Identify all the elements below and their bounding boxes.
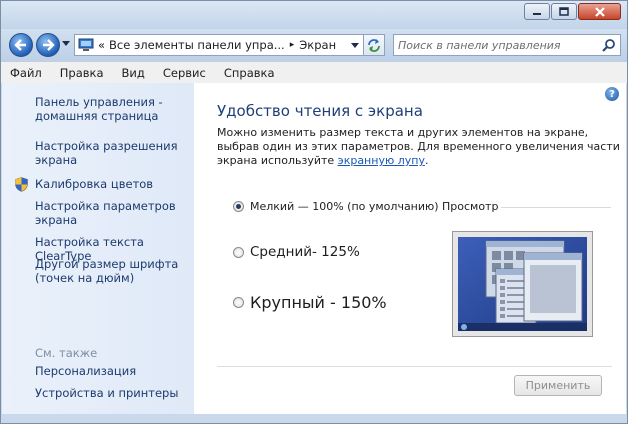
page-title: Удобство чтения с экрана xyxy=(217,102,423,120)
help-icon: ? xyxy=(609,88,615,100)
search-input[interactable] xyxy=(398,37,594,53)
minimize-icon xyxy=(533,12,541,15)
radio-large[interactable] xyxy=(233,297,244,308)
title-bar xyxy=(1,1,627,29)
maximize-button[interactable] xyxy=(551,3,577,20)
radio-medium[interactable] xyxy=(233,246,244,258)
menu-edit[interactable]: Правка xyxy=(51,66,113,80)
help-button[interactable]: ? xyxy=(605,87,619,101)
minimize-button[interactable] xyxy=(524,3,550,20)
preview-divider xyxy=(501,207,611,208)
uac-shield-icon xyxy=(15,177,28,192)
search-icon[interactable] xyxy=(602,38,616,52)
option-small[interactable]: Мелкий — 100% (по умолчанию) xyxy=(233,200,439,213)
apply-separator xyxy=(217,366,612,367)
close-button[interactable] xyxy=(578,3,621,20)
forward-arrow-icon xyxy=(43,39,55,51)
breadcrumb-separator[interactable]: ▸ xyxy=(290,40,295,50)
sidebar-item-calibrate[interactable]: Калибровка цветов xyxy=(35,177,193,191)
breadcrumb-all-items[interactable]: Все элементы панели упра... xyxy=(109,38,285,52)
close-icon xyxy=(594,6,605,17)
maximize-icon xyxy=(559,7,569,16)
option-medium-label[interactable]: Средний- 125% xyxy=(250,244,360,260)
search-box[interactable] xyxy=(393,34,621,56)
sidebar-item-home[interactable]: Панель управления - домашняя страница xyxy=(35,95,193,123)
preview-image xyxy=(452,231,593,337)
sidebar-item-devices-printers[interactable]: Устройства и принтеры xyxy=(35,386,193,400)
option-large-label[interactable]: Крупный - 150% xyxy=(250,293,387,312)
magnifier-link[interactable]: экранную лупу xyxy=(338,154,425,167)
forward-button[interactable] xyxy=(36,33,60,57)
preview-label: Просмотр xyxy=(442,200,499,213)
apply-button[interactable]: Применить xyxy=(514,375,602,396)
refresh-icon xyxy=(368,39,380,52)
sidebar-item-display-settings[interactable]: Настройка параметров экрана xyxy=(35,199,193,227)
back-arrow-icon xyxy=(14,39,26,51)
main-content: ? Удобство чтения с экрана Можно изменит… xyxy=(194,83,626,414)
menu-tools[interactable]: Сервис xyxy=(154,66,215,80)
menu-view[interactable]: Вид xyxy=(113,66,154,80)
address-dropdown-icon[interactable] xyxy=(351,43,359,49)
option-large[interactable]: Крупный - 150% xyxy=(233,293,387,312)
page-description: Можно изменить размер текста и других эл… xyxy=(217,126,621,168)
history-dropdown-icon[interactable] xyxy=(62,41,70,47)
sidebar-item-dpi[interactable]: Другой размер шрифта (точек на дюйм) xyxy=(35,257,193,285)
refresh-button[interactable] xyxy=(363,34,385,56)
menu-help[interactable]: Справка xyxy=(215,66,284,80)
description-end: . xyxy=(424,154,429,167)
window: « Все элементы панели упра... ▸ Экран Фа… xyxy=(0,0,628,424)
back-button[interactable] xyxy=(9,33,33,57)
address-bar[interactable]: « Все элементы панели упра... ▸ Экран xyxy=(74,34,384,56)
caption-buttons xyxy=(523,3,621,20)
address-prefix[interactable]: « xyxy=(98,38,105,52)
option-medium[interactable]: Средний- 125% xyxy=(233,244,360,260)
control-panel-icon xyxy=(78,38,94,51)
sidebar-item-personalization[interactable]: Персонализация xyxy=(35,364,193,378)
see-also-heading: См. также xyxy=(35,346,98,360)
navigation-bar: « Все элементы панели упра... ▸ Экран xyxy=(1,29,627,61)
radio-small[interactable] xyxy=(233,201,244,212)
breadcrumb-screen[interactable]: Экран xyxy=(299,38,336,52)
option-small-label[interactable]: Мелкий — 100% (по умолчанию) xyxy=(250,200,439,213)
sidebar-item-resolution[interactable]: Настройка разрешения экрана xyxy=(35,139,193,167)
menu-file[interactable]: Файл xyxy=(1,66,51,80)
menu-bar: Файл Правка Вид Сервис Справка xyxy=(1,61,627,84)
radio-selected-dot xyxy=(236,204,241,209)
sidebar: Панель управления - домашняя страница На… xyxy=(2,83,194,414)
